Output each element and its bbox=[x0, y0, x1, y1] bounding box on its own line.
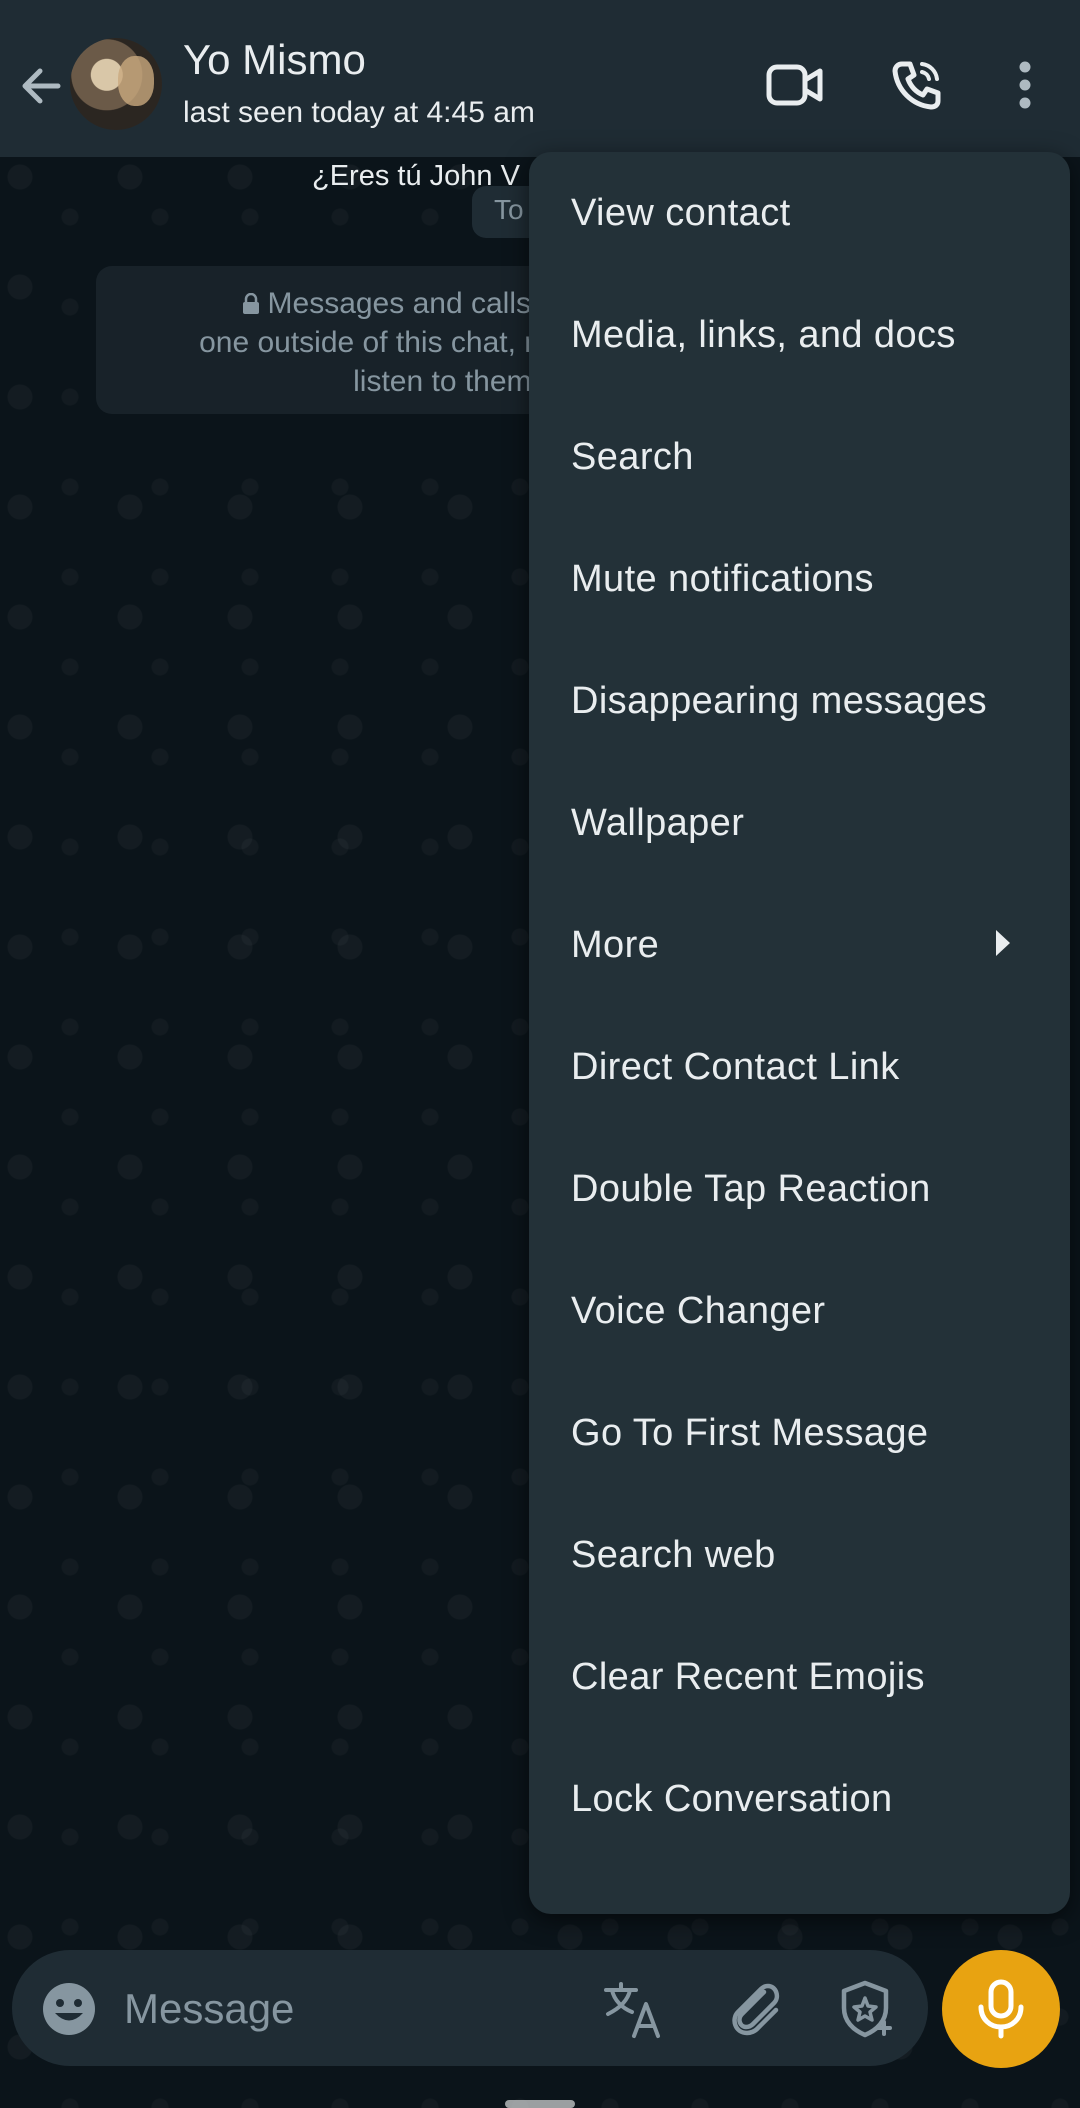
message-input[interactable] bbox=[122, 1978, 566, 2040]
attach-icon bbox=[732, 1983, 780, 2036]
ai-sticker-icon bbox=[841, 1980, 892, 2038]
menu-item-search-web[interactable]: Search web bbox=[529, 1494, 1070, 1616]
translate-icon bbox=[604, 1982, 660, 2038]
menu-item-go-to-first-message[interactable]: Go To First Message bbox=[529, 1372, 1070, 1494]
mic-icon bbox=[978, 1979, 1024, 2039]
translate-button[interactable] bbox=[602, 1978, 664, 2040]
ai-sticker-button[interactable] bbox=[834, 1978, 896, 2040]
overflow-menu-button[interactable] bbox=[992, 52, 1058, 118]
menu-item-lock-conversation[interactable]: Lock Conversation bbox=[529, 1738, 1070, 1860]
voice-call-button[interactable] bbox=[884, 52, 950, 118]
menu-item-voice-changer[interactable]: Voice Changer bbox=[529, 1250, 1070, 1372]
video-call-icon bbox=[766, 64, 823, 106]
message-composer bbox=[12, 1950, 928, 2066]
menu-item-search[interactable]: Search bbox=[529, 396, 1070, 518]
menu-item-more-label: More bbox=[571, 923, 660, 966]
contact-name[interactable]: Yo Mismo bbox=[183, 36, 366, 84]
voice-message-button[interactable] bbox=[942, 1950, 1060, 2068]
gesture-bar[interactable] bbox=[505, 2100, 575, 2108]
emoji-button[interactable] bbox=[40, 1980, 98, 2038]
submenu-arrow-icon bbox=[996, 930, 1010, 956]
encryption-notice[interactable]: Messages and calls ar one outside of thi… bbox=[96, 266, 566, 414]
emoji-icon bbox=[43, 1983, 95, 2035]
video-call-button[interactable] bbox=[762, 52, 828, 118]
back-button[interactable] bbox=[14, 58, 70, 114]
last-seen-status[interactable]: last seen today at 4:45 am bbox=[183, 96, 535, 130]
menu-item-clear-recent-emojis[interactable]: Clear Recent Emojis bbox=[529, 1616, 1070, 1738]
menu-item-disappearing-messages[interactable]: Disappearing messages bbox=[529, 640, 1070, 762]
encryption-notice-line: listen to them. T bbox=[353, 365, 566, 398]
menu-item-media-links-docs[interactable]: Media, links, and docs bbox=[529, 274, 1070, 396]
menu-item-direct-contact-link[interactable]: Direct Contact Link bbox=[529, 1006, 1070, 1128]
avatar[interactable] bbox=[70, 38, 162, 130]
lock-icon bbox=[242, 286, 260, 314]
overflow-menu: View contact Media, links, and docs Sear… bbox=[529, 152, 1070, 1914]
voice-call-icon bbox=[892, 61, 941, 110]
menu-item-view-contact[interactable]: View contact bbox=[529, 152, 1070, 274]
menu-item-double-tap-reaction[interactable]: Double Tap Reaction bbox=[529, 1128, 1070, 1250]
menu-item-more[interactable]: More bbox=[529, 884, 1070, 1006]
menu-item-wallpaper[interactable]: Wallpaper bbox=[529, 762, 1070, 884]
more-vert-icon bbox=[1019, 61, 1031, 109]
self-chat-title: ¿Eres tú John V bbox=[312, 160, 520, 192]
back-arrow-icon bbox=[22, 68, 61, 104]
menu-item-mute-notifications[interactable]: Mute notifications bbox=[529, 518, 1070, 640]
encryption-notice-line: Messages and calls ar bbox=[96, 284, 566, 323]
attach-button[interactable] bbox=[724, 1978, 786, 2040]
chat-header: Yo Mismo last seen today at 4:45 am bbox=[0, 0, 1080, 157]
encryption-notice-line: one outside of this chat, not bbox=[199, 326, 566, 359]
